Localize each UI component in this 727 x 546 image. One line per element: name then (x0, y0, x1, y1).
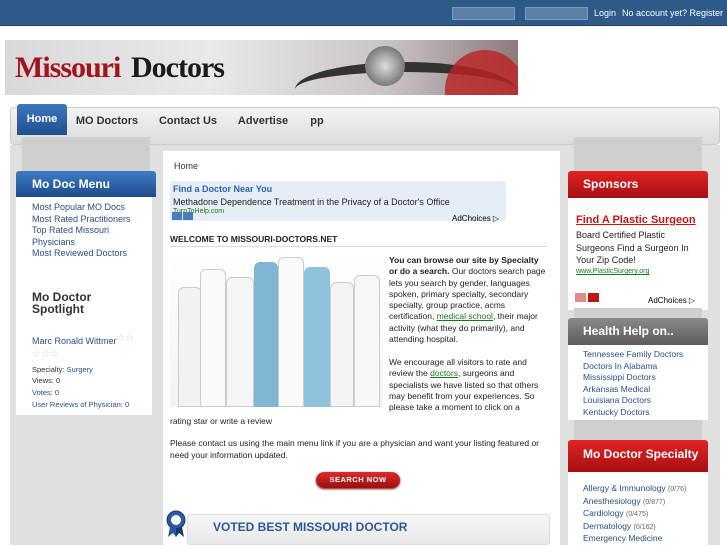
specialty-count: (0/475) (626, 511, 649, 518)
site-logo[interactable]: Missouri Doctors (5, 40, 518, 95)
voted-best-title: VOTED BEST MISSOURI DOCTOR (213, 520, 408, 534)
health-link[interactable]: Doctors In Alabama (583, 361, 703, 373)
nav-home[interactable]: Home (17, 104, 67, 135)
sponsor-ad-arrows[interactable] (575, 293, 601, 304)
ad-text[interactable]: Methadone Dependence Treatment in the Pr… (173, 197, 450, 207)
left-menu-title: Mo Doc Menu (16, 171, 156, 197)
spotlight-title-line2: Spotlight (32, 302, 84, 316)
rating-stars-row[interactable]: ☆☆☆ (32, 349, 59, 360)
prev-icon[interactable] (575, 293, 586, 302)
specialty-name[interactable]: Cardiology (583, 508, 624, 518)
health-link[interactable]: Mississippi Doctors (583, 372, 703, 384)
doctor-figure (354, 275, 380, 407)
nav-pp[interactable]: pp (305, 108, 329, 144)
specialty-name[interactable]: Allergy & Immunology (583, 483, 666, 493)
specialty-name[interactable]: Dermatology (583, 521, 631, 531)
divider (170, 246, 547, 247)
specialty-count: (0/76) (668, 486, 687, 493)
health-link[interactable]: Arkansas Medical (583, 384, 703, 396)
right-gap-2 (574, 420, 702, 440)
stethoscope-head-graphic (365, 46, 405, 86)
spotlight-doctor-name[interactable]: Marc Ronald Wittmer (32, 336, 117, 346)
specialty-item[interactable]: Dermatology (0/162) (583, 521, 703, 534)
next-icon[interactable] (588, 293, 599, 302)
doctor-figure (200, 269, 226, 407)
specialty-name[interactable]: Anesthesiology (583, 496, 641, 506)
specialty-item[interactable]: Emergency Medicine (583, 533, 703, 546)
doctor-figure (330, 282, 354, 407)
medical-school-link[interactable]: medical school (437, 311, 493, 321)
contact-paragraph: Please contact us using the main menu li… (170, 438, 540, 460)
logo-text-missouri: Missouri (15, 51, 121, 84)
nav-advertise[interactable]: Advertise (235, 108, 291, 144)
heart-graphic (445, 50, 518, 95)
specialty-title: Mo Doctor Specialty (568, 440, 708, 472)
specialty-label: Specialty: (32, 365, 65, 374)
health-link[interactable]: Tennessee Family Doctors (583, 349, 703, 361)
menu-link-most-rated[interactable]: Most Rated Practitioners (32, 214, 152, 226)
doctor-figure (278, 257, 304, 407)
adchoices-text[interactable]: AdChoices (452, 214, 491, 223)
menu-link-most-reviewed[interactable]: Most Reviewed Doctors (32, 248, 152, 260)
prev-icon[interactable] (172, 212, 182, 220)
adchoices-icon[interactable]: ▷ (493, 214, 499, 223)
specialty-item[interactable]: Allergy & Immunology (0/76) (583, 483, 703, 496)
ad-arrows[interactable] (172, 212, 194, 220)
doctor-figure (178, 287, 202, 407)
logo-text-doctors: Doctors (131, 51, 225, 84)
welcome-heading: WELCOME TO MISSOURI-DOCTORS.NET (170, 234, 338, 244)
doctors-link[interactable]: doctors (430, 368, 458, 378)
medal-icon (166, 510, 186, 537)
specialty-item[interactable]: Anesthesiology (0/877) (583, 496, 703, 509)
specialty-item[interactable]: Cardiology (0/475) (583, 508, 703, 521)
sponsor-ad-url[interactable]: www.PlasticSurgery.org (576, 268, 649, 275)
specialty-name[interactable]: Emergency Medicine (583, 533, 662, 543)
encourage-paragraph: We encourage all visitors to rate and re… (389, 357, 549, 413)
rating-text: rating star or write a review (170, 416, 273, 426)
menu-link-top-rated[interactable]: Top Rated Missouri Physicians (32, 225, 132, 248)
specialty-link[interactable]: Surgery (67, 365, 93, 374)
breadcrumb[interactable]: Home (174, 161, 198, 171)
nav-contact-us[interactable]: Contact Us (155, 108, 221, 144)
spotlight-views: Views: 0 (32, 376, 61, 385)
sponsor-ad-title[interactable]: Find A Plastic Surgeon (576, 214, 696, 226)
search-now-button[interactable]: Search Now (316, 472, 400, 488)
doctor-figure (304, 267, 330, 407)
sponsor-adchoices[interactable]: AdChoices ▷ (648, 296, 695, 305)
specialty-count: (0/162) (633, 523, 656, 531)
password-input[interactable] (525, 7, 588, 20)
rating-stars[interactable]: ☆☆ (116, 333, 134, 344)
voted-best-banner: VOTED BEST MISSOURI DOCTOR (187, 514, 550, 545)
menu-link-popular[interactable]: Most Popular MO Docs (32, 202, 152, 214)
spotlight-title: Mo Doctor Spotlight (32, 291, 91, 315)
health-help-links: Tennessee Family Doctors Doctors In Alab… (583, 349, 703, 418)
sponsors-title: Sponsors (568, 171, 708, 198)
login-link[interactable]: Login (594, 8, 616, 18)
next-icon[interactable] (183, 212, 193, 220)
intro-paragraph: You can browse our site by Specialty or … (389, 255, 549, 345)
left-menu: Most Popular MO Docs Most Rated Practiti… (16, 197, 152, 285)
specialty-links: Allergy & Immunology (0/76) Anesthesiolo… (583, 483, 703, 546)
doctor-figure (254, 262, 278, 407)
health-link[interactable]: Kentucky Doctors (583, 407, 703, 419)
health-link[interactable]: Louisiana Doctors (583, 395, 703, 407)
spotlight-reviews[interactable]: User Reviews of Physician: 0 (32, 400, 129, 409)
register-link[interactable]: No account yet? Register (622, 8, 723, 18)
spotlight-specialty: Specialty: Surgery (32, 365, 93, 374)
doctors-group-photo (170, 253, 383, 407)
top-bar: Login No account yet? Register (0, 0, 727, 26)
specialty-count: (0/877) (643, 498, 666, 506)
ad-title[interactable]: Find a Doctor Near You (173, 184, 272, 194)
spotlight-votes: Votes: 0 (32, 388, 60, 397)
username-input[interactable] (452, 7, 515, 20)
adchoices-label[interactable]: AdChoices ▷ (452, 214, 499, 223)
doctor-figure (226, 277, 254, 407)
adchoices-text[interactable]: AdChoices (648, 296, 687, 305)
right-column-top (574, 137, 702, 171)
health-help-title: Health Help on.. (568, 318, 708, 345)
sponsor-ad-text[interactable]: Board Certified Plastic Surgeons Find a … (576, 229, 696, 267)
left-column-top (22, 137, 150, 171)
